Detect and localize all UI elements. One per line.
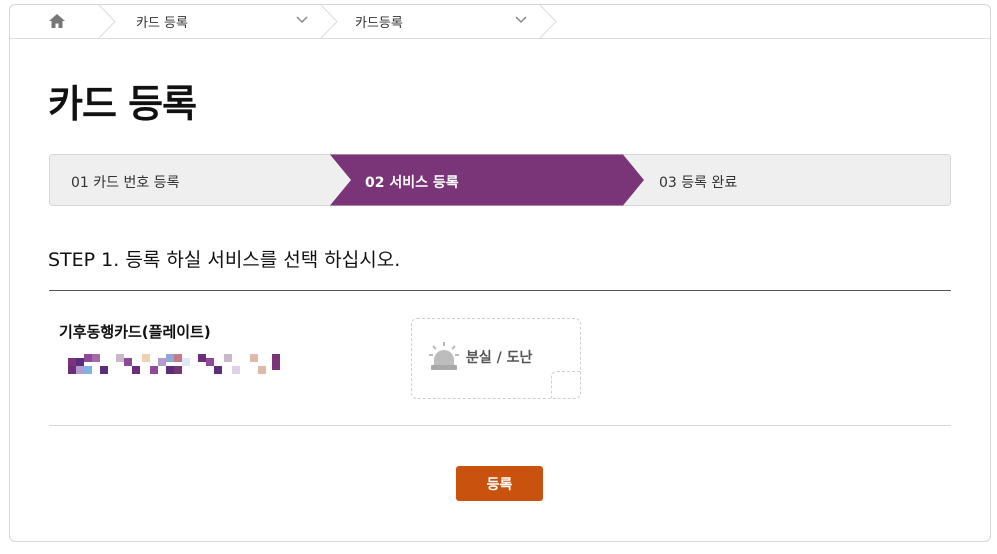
breadcrumb-separator	[320, 5, 338, 38]
breadcrumb-item-card-register-sub[interactable]: 카드등록	[340, 5, 540, 38]
breadcrumb-separator	[98, 5, 116, 38]
service-label: 분실 / 도난	[466, 350, 533, 366]
step-progress: 01 카드 번호 등록 02 서비스 등록 03 등록 완료	[49, 154, 951, 206]
chevron-down-icon	[515, 16, 527, 24]
divider	[49, 290, 951, 291]
card-number-masked	[68, 354, 280, 374]
step-progress-bar	[49, 154, 951, 206]
service-checkbox	[551, 371, 580, 398]
section-title: STEP 1. 등록 하실 서비스를 선택 하십시오.	[48, 249, 401, 271]
home-icon[interactable]	[48, 13, 66, 29]
breadcrumb-label: 카드등록	[355, 16, 403, 31]
breadcrumb-item-card-register[interactable]: 카드 등록	[120, 5, 320, 38]
breadcrumb: 카드 등록 카드등록	[10, 5, 990, 39]
chevron-down-icon	[296, 16, 308, 24]
breadcrumb-label: 카드 등록	[136, 16, 188, 31]
card-name: 기후동행카드(플레이트)	[59, 323, 211, 341]
step-2-label: 02 서비스 등록	[365, 175, 459, 191]
main-panel: 카드 등록 카드등록 카드 등록 01 카드 번호 등록 02 서비스 등록 0…	[9, 4, 991, 542]
page-title: 카드 등록	[48, 82, 197, 126]
siren-icon	[429, 342, 459, 370]
divider	[49, 425, 951, 426]
step-3-label: 03 등록 완료	[659, 175, 738, 191]
service-option-lost-stolen[interactable]: 분실 / 도난	[411, 318, 581, 399]
breadcrumb-separator	[539, 5, 557, 38]
register-button[interactable]: 등록	[456, 466, 543, 501]
step-1-label: 01 카드 번호 등록	[71, 175, 180, 191]
